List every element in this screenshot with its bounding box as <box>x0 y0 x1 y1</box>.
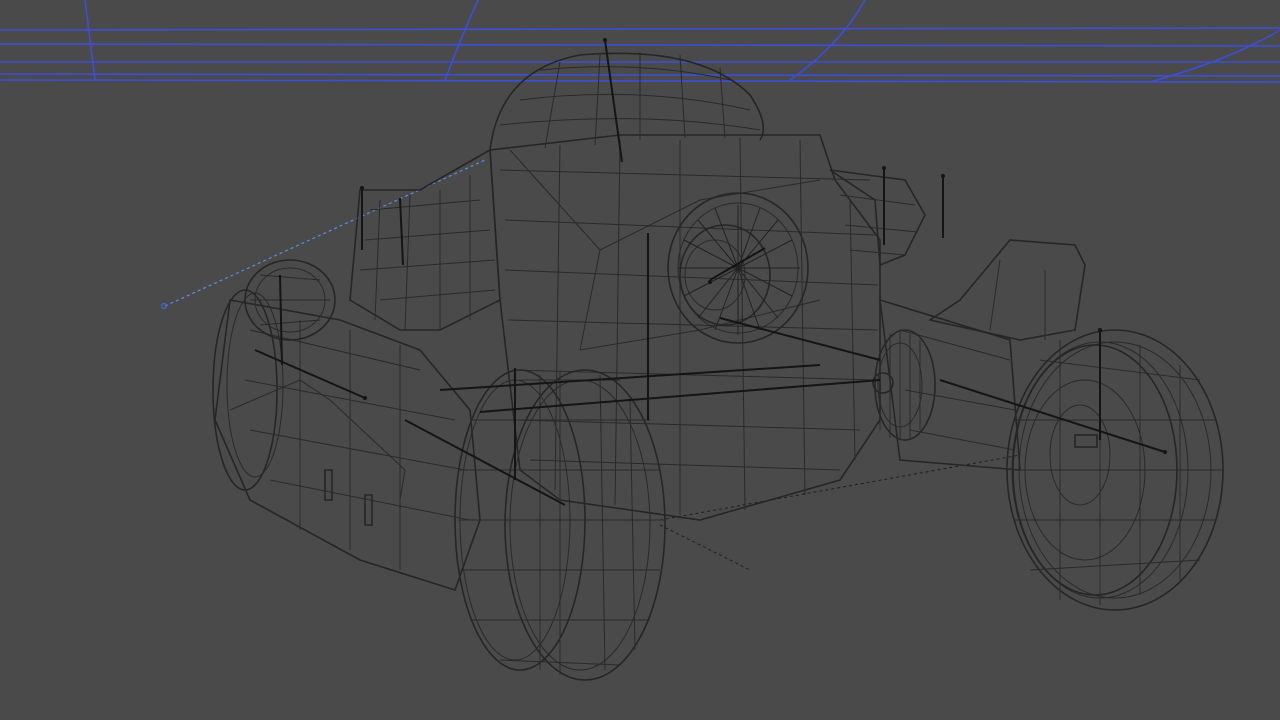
ground-guides <box>659 454 1021 571</box>
rear-hub <box>872 329 936 441</box>
vehicle-body <box>489 134 881 521</box>
rear-left-wheel <box>244 259 336 341</box>
cabin-side-panel <box>349 148 501 331</box>
side-pod-right <box>829 169 926 267</box>
turbine-fan <box>667 192 809 344</box>
wireframe-scene[interactable] <box>0 0 1280 720</box>
front-left-pod <box>212 289 481 591</box>
front-left-wheel <box>454 369 666 681</box>
rear-right-wheel <box>1006 329 1224 611</box>
3d-viewport[interactable] <box>0 0 1280 720</box>
rig-bones <box>254 38 1167 506</box>
